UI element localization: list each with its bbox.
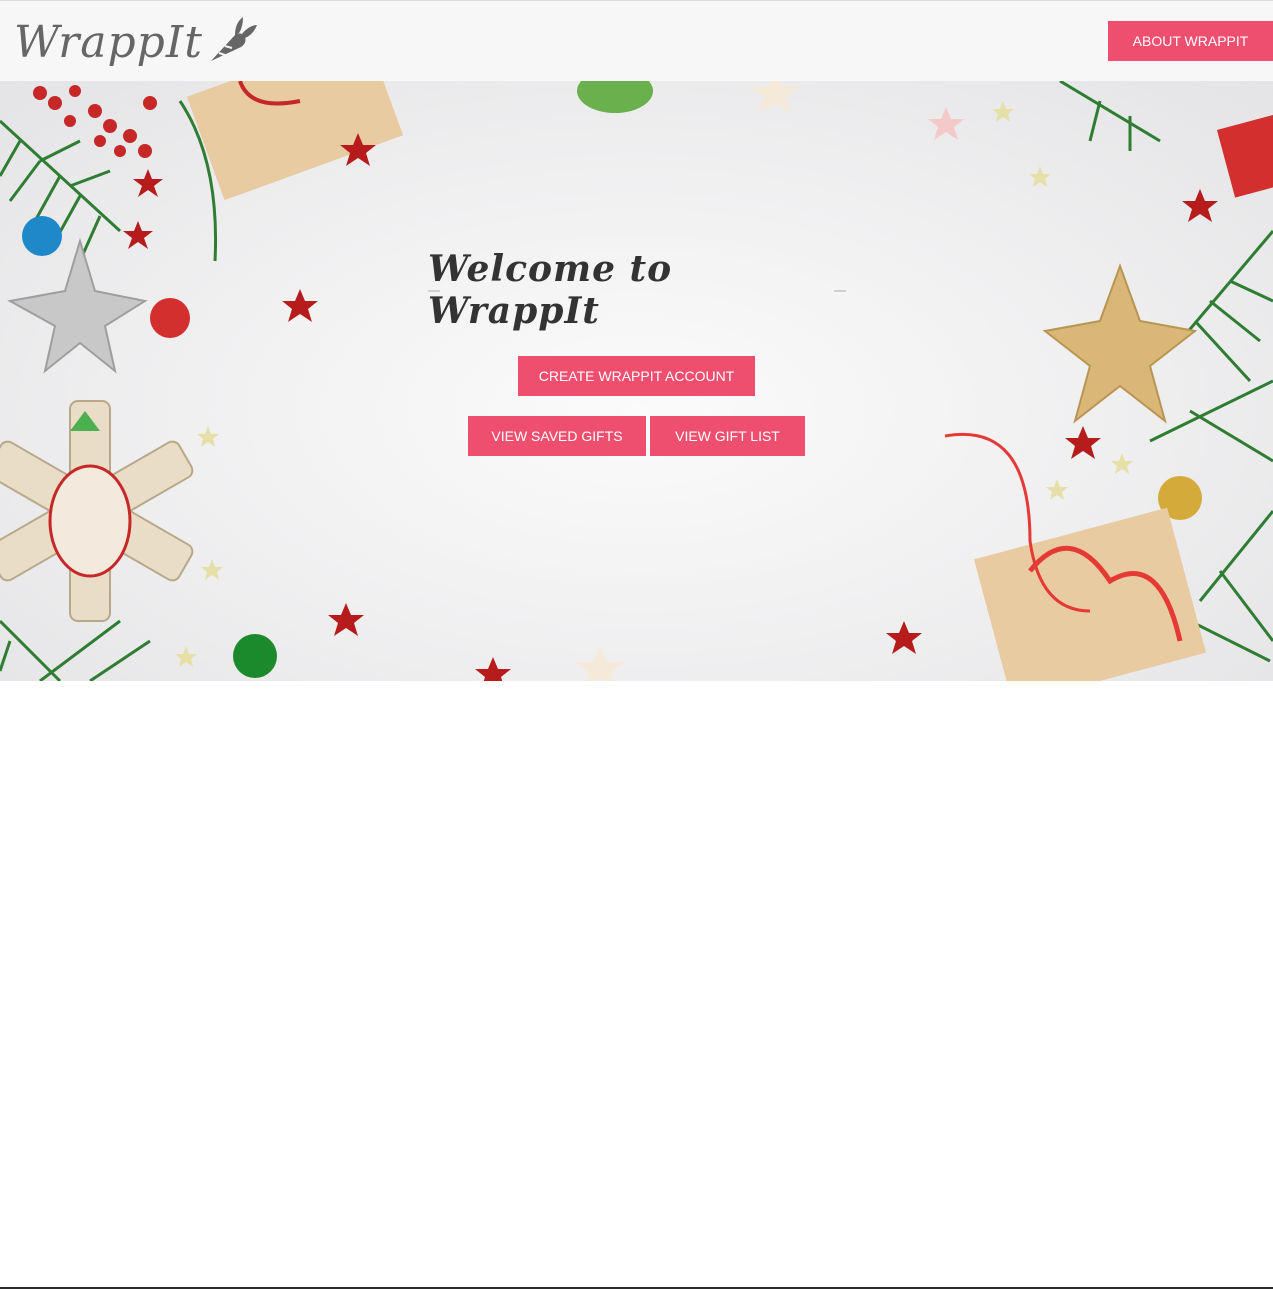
carrot-icon — [210, 17, 257, 61]
brand-logo[interactable]: WrappIt — [14, 13, 259, 73]
view-gift-list-button[interactable]: VIEW GIFT LIST — [650, 416, 805, 456]
about-wrappit-button[interactable]: ABOUT WRAPPIT — [1108, 21, 1273, 61]
logo-text: WrappIt — [14, 17, 203, 68]
top-navbar: WrappIt ABOUT WRAPPIT — [0, 0, 1273, 81]
heading-dash-right — [834, 290, 846, 292]
heading-dash-left — [428, 290, 440, 292]
view-saved-gifts-button[interactable]: VIEW SAVED GIFTS — [468, 416, 646, 456]
hero-banner: Welcome to WrappIt CREATE WRAPPIT ACCOUN… — [0, 81, 1273, 681]
welcome-heading: Welcome to WrappIt — [428, 248, 846, 332]
create-account-button[interactable]: CREATE WRAPPIT ACCOUNT — [518, 356, 755, 396]
page-title: Welcome to WrappIt — [428, 248, 673, 332]
